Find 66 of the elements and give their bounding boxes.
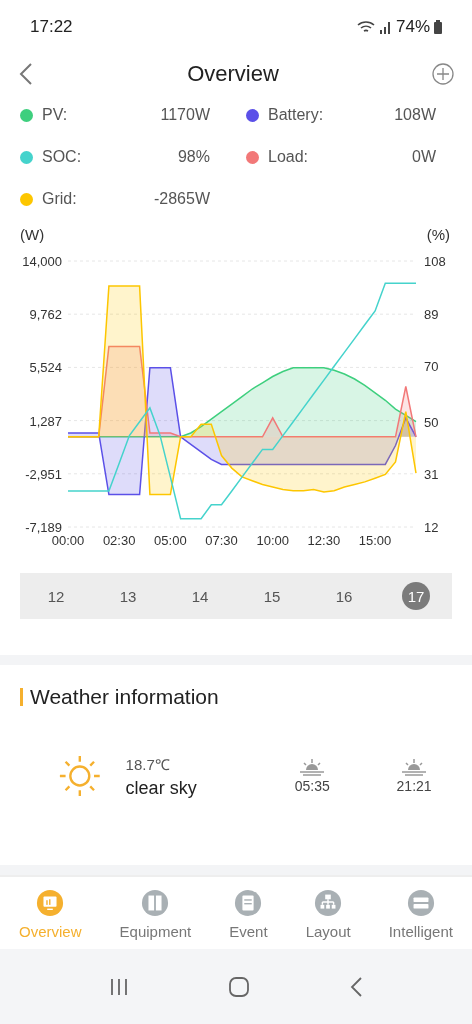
- add-icon[interactable]: [432, 63, 454, 85]
- battery-icon: [434, 20, 442, 34]
- legend-label: Grid:: [42, 190, 78, 208]
- y-axis-label: 5,524: [29, 360, 62, 376]
- date-item[interactable]: 15: [258, 582, 286, 610]
- nav-tab[interactable]: Event: [229, 888, 268, 940]
- tree-icon: [314, 888, 343, 917]
- title-accent: [20, 688, 23, 706]
- x-axis-label: 12:30: [307, 533, 341, 548]
- weather-condition: clear sky: [125, 777, 198, 799]
- sun-icon: [58, 753, 102, 799]
- y-axis-label: 70: [424, 359, 439, 375]
- y-axis-label: -7,189: [25, 520, 62, 535]
- status-time: 17:22: [30, 17, 73, 37]
- legend-value: 108W: [394, 106, 436, 124]
- legend-label: Load:: [268, 148, 310, 166]
- axis-unit: (W): [20, 226, 45, 243]
- date-item[interactable]: 13: [114, 582, 142, 610]
- temperature: 18.7℃: [125, 754, 171, 774]
- x-axis-label: 05:00: [154, 533, 187, 548]
- x-axis-label: 00:00: [51, 533, 85, 548]
- x-axis-label: 07:30: [205, 533, 238, 548]
- date-item[interactable]: 17: [402, 582, 430, 610]
- nav-tab[interactable]: Layout: [305, 888, 351, 940]
- nav-tab[interactable]: Intelligent: [388, 888, 453, 940]
- date-item[interactable]: 16: [330, 582, 358, 610]
- back-icon[interactable]: [18, 62, 34, 86]
- sunrise-icon: [299, 758, 326, 776]
- page-title: Overview: [187, 61, 279, 87]
- legend-label: PV:: [42, 106, 69, 124]
- section-title: Weather information: [30, 685, 219, 709]
- y-axis-label: 12: [424, 520, 439, 535]
- cabinet-icon: [141, 888, 170, 917]
- legend-value: 98%: [177, 148, 210, 166]
- y-axis-label: 89: [424, 306, 439, 322]
- date-item[interactable]: 12: [42, 582, 70, 610]
- battery-percentage: 74%: [395, 17, 430, 37]
- sunset-time: 21:21: [396, 778, 432, 794]
- x-axis-label: 02:30: [102, 533, 136, 548]
- axis-unit: (%): [426, 226, 450, 243]
- sunset-icon: [401, 758, 428, 776]
- x-axis-label: 15:00: [358, 533, 392, 548]
- x-axis-label: 10:00: [256, 533, 289, 548]
- legend-value: 0W: [412, 148, 436, 166]
- monitor-icon: [36, 888, 65, 917]
- clipboard-icon: [234, 888, 263, 917]
- home-icon[interactable]: [228, 975, 250, 998]
- legend-value: 1170W: [160, 106, 210, 124]
- recent-apps-icon[interactable]: [109, 976, 130, 997]
- y-axis-label: 14,000: [22, 254, 62, 269]
- y-axis-label: 9,762: [29, 307, 62, 323]
- y-axis-label: 31: [424, 467, 439, 483]
- nav-tab[interactable]: Equipment: [119, 888, 192, 940]
- legend-label: Battery:: [268, 106, 325, 124]
- wifi-icon: [355, 19, 376, 35]
- y-axis-label: -2,951: [25, 466, 62, 482]
- legend-label: SOC:: [42, 148, 83, 166]
- sunrise-time: 05:35: [294, 778, 330, 794]
- signal-icon: [379, 20, 392, 34]
- y-axis-label: 108: [424, 254, 446, 269]
- y-axis-label: 50: [424, 414, 439, 430]
- y-axis-label: 1,287: [29, 413, 62, 429]
- back-icon[interactable]: [348, 975, 363, 998]
- legend-value: -2865W: [153, 190, 210, 208]
- server-icon: [406, 888, 435, 917]
- date-item[interactable]: 14: [186, 582, 214, 610]
